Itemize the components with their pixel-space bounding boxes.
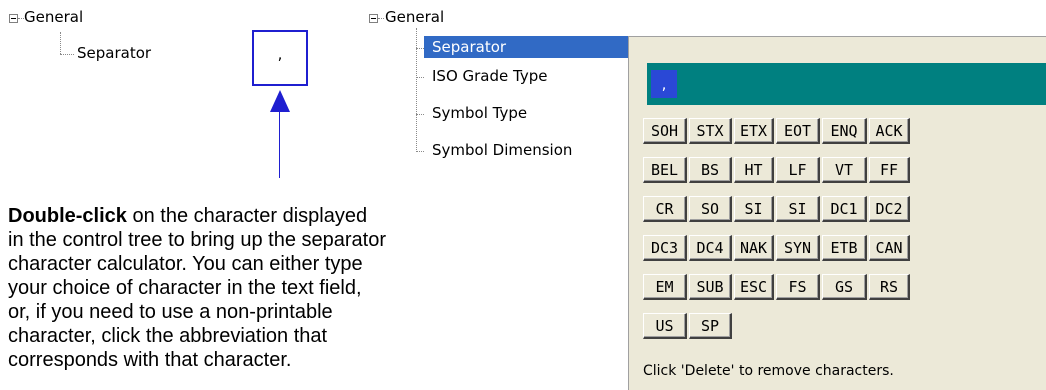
key-vt[interactable]: VT (822, 157, 867, 183)
tree-root-general[interactable]: General (385, 8, 444, 26)
tree-connector (416, 151, 424, 152)
tree-connector (416, 48, 424, 49)
tree-item-label: ISO Grade Type (432, 67, 548, 85)
tree-item-label: Symbol Type (432, 104, 528, 122)
key-soh[interactable]: SOH (643, 118, 687, 144)
tree-item-separator-selected[interactable]: Separator (424, 36, 628, 58)
tree-item-label: Separator (77, 44, 152, 62)
key-si[interactable]: SI (734, 196, 774, 222)
key-ff[interactable]: FF (869, 157, 910, 183)
key-lf[interactable]: LF (776, 157, 820, 183)
instruction-text: Double-click on the character displayed … (8, 204, 388, 372)
key-sp[interactable]: SP (689, 313, 732, 339)
tree-root-label: General (385, 8, 445, 26)
separator-char-box[interactable]: , (252, 30, 308, 86)
key-si[interactable]: SI (776, 196, 820, 222)
tree-connector (60, 32, 61, 54)
key-cr[interactable]: CR (643, 196, 687, 222)
key-etx[interactable]: ETX (734, 118, 774, 144)
tree-connector (60, 54, 74, 55)
tree-connector (416, 114, 424, 115)
key-etb[interactable]: ETB (822, 235, 867, 261)
key-ht[interactable]: HT (734, 157, 774, 183)
tree-connector (416, 28, 417, 152)
tree-root-label: General (24, 8, 84, 26)
tree-item-symbol-type[interactable]: Symbol Type (432, 104, 527, 122)
tree-item-label: Symbol Dimension (432, 141, 573, 159)
key-dc1[interactable]: DC1 (822, 196, 867, 222)
key-dc2[interactable]: DC2 (869, 196, 910, 222)
key-em[interactable]: EM (643, 274, 687, 300)
key-eot[interactable]: EOT (776, 118, 820, 144)
tree-item-iso-grade-type[interactable]: ISO Grade Type (432, 67, 547, 85)
key-syn[interactable]: SYN (776, 235, 820, 261)
key-bel[interactable]: BEL (643, 157, 687, 183)
tree-connector (378, 18, 384, 19)
tree-connector (416, 77, 424, 78)
arrow-up-icon (270, 90, 290, 112)
tree-item-separator[interactable]: Separator (77, 44, 151, 62)
key-bs[interactable]: BS (689, 157, 732, 183)
collapse-icon[interactable] (9, 14, 18, 23)
key-rs[interactable]: RS (869, 274, 910, 300)
key-esc[interactable]: ESC (734, 274, 774, 300)
character-input-field[interactable]: , (647, 63, 1046, 105)
delete-hint: Click 'Delete' to remove characters. (643, 363, 894, 379)
key-so[interactable]: SO (689, 196, 732, 222)
character-input-value: , (651, 70, 677, 98)
separator-char-value: , (277, 45, 283, 63)
key-sub[interactable]: SUB (689, 274, 732, 300)
separator-calculator: , SOH STX ETX EOT ENQ ACK BEL BS HT LF VT FF CR SO SI S… (628, 36, 1046, 390)
key-stx[interactable]: STX (689, 118, 732, 144)
arrow-line (279, 110, 280, 178)
key-can[interactable]: CAN (869, 235, 910, 261)
key-us[interactable]: US (643, 313, 687, 339)
tree-item-label: Separator (432, 38, 507, 56)
key-dc3[interactable]: DC3 (643, 235, 687, 261)
key-nak[interactable]: NAK (734, 235, 774, 261)
collapse-icon[interactable] (369, 14, 378, 23)
instruction-bold: Double-click (8, 205, 127, 227)
key-fs[interactable]: FS (776, 274, 820, 300)
instruction-body: on the character displayed in the contro… (8, 205, 387, 371)
key-dc4[interactable]: DC4 (689, 235, 732, 261)
key-gs[interactable]: GS (822, 274, 867, 300)
key-ack[interactable]: ACK (869, 118, 910, 144)
tree-item-symbol-dimension[interactable]: Symbol Dimension (432, 141, 572, 159)
tree-root-general[interactable]: General (24, 8, 83, 26)
key-enq[interactable]: ENQ (822, 118, 867, 144)
tree-connector (18, 18, 24, 19)
